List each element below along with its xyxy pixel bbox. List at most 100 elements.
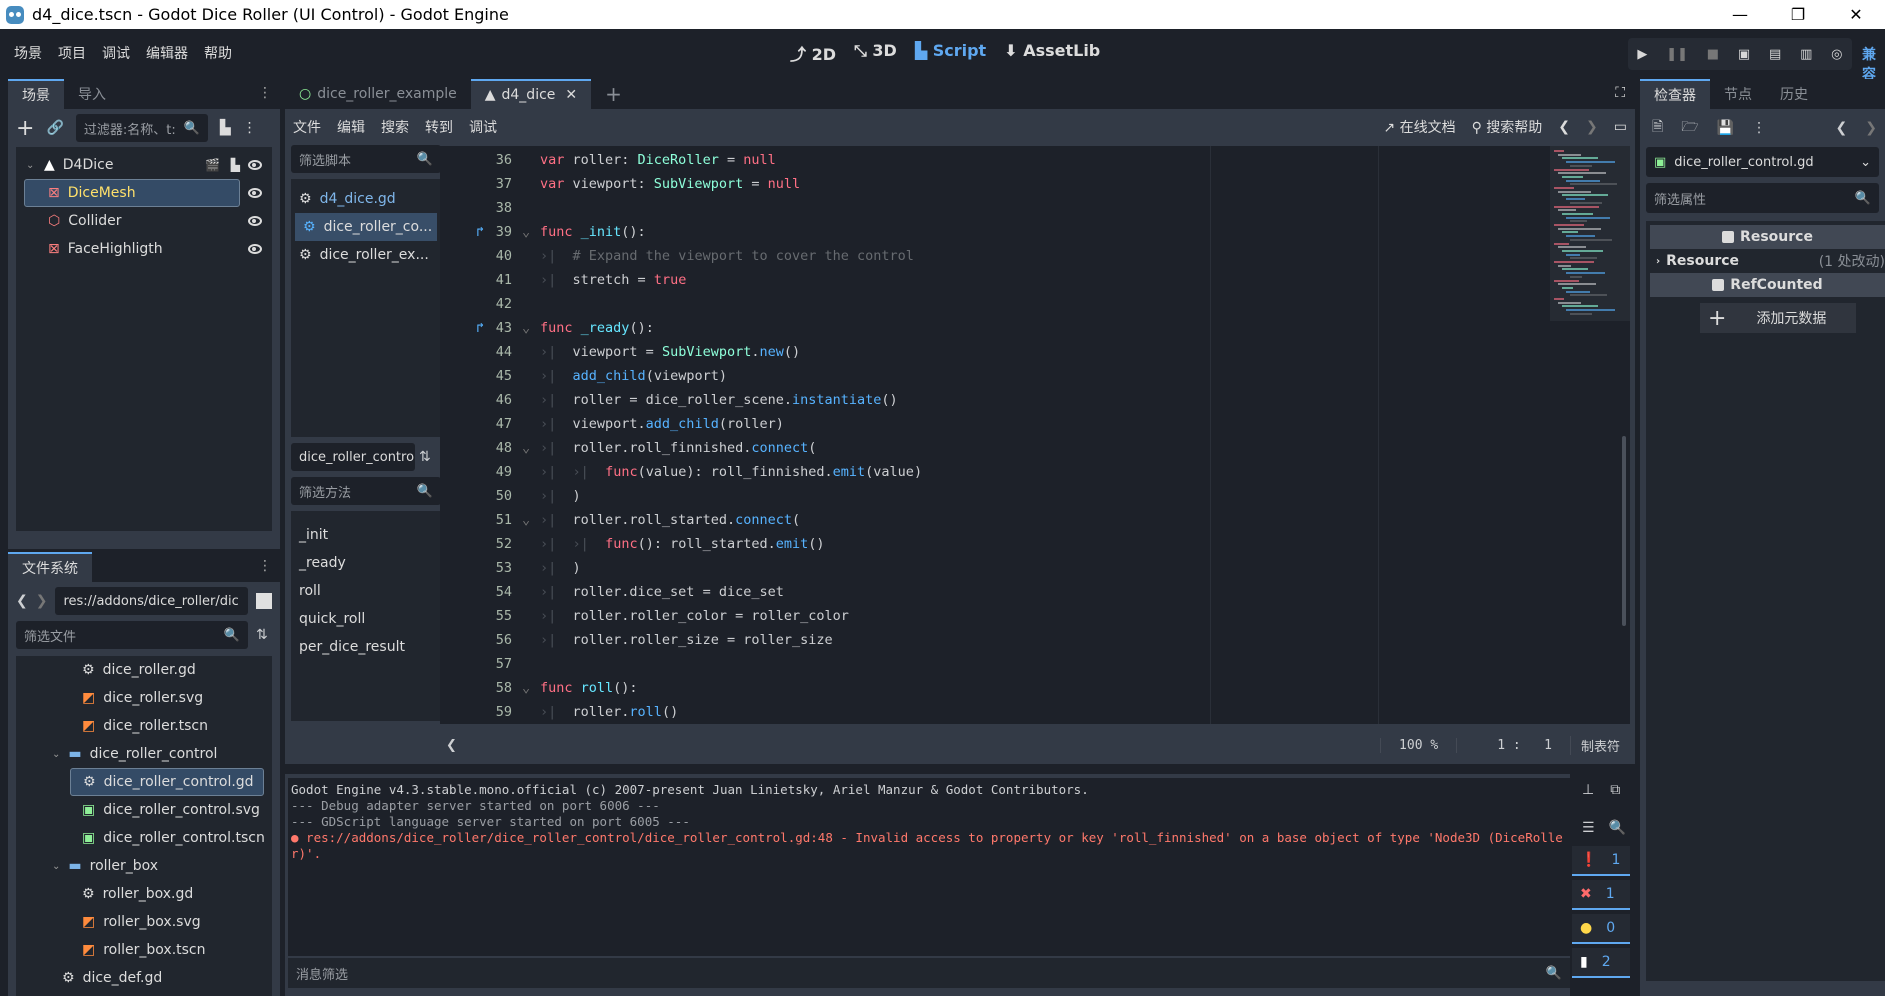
visibility-icon[interactable] <box>248 244 262 254</box>
line-number[interactable]: 59 <box>440 700 512 724</box>
path-input[interactable]: res://addons/dice_roller/dic <box>55 587 249 615</box>
tab-filesystem[interactable]: 文件系统 <box>8 552 92 582</box>
close-button[interactable]: ✕ <box>1827 0 1885 29</box>
code-line[interactable]: 54 ›| roller.dice_set = dice_set <box>440 580 1630 604</box>
code-line[interactable]: 53 ›| ) <box>440 556 1630 580</box>
code-line[interactable]: 49 ›| ›| func(value): roll_finnished.emit… <box>440 460 1630 484</box>
method-item[interactable]: roll <box>291 577 441 605</box>
split-mode-icon[interactable] <box>256 593 272 609</box>
pause-icon[interactable]: ❚❚ <box>1666 47 1688 62</box>
script-menu-file[interactable]: 文件 <box>293 117 321 137</box>
code-line[interactable]: 50 ›| ) <box>440 484 1630 508</box>
line-number[interactable]: 44 <box>440 340 512 364</box>
fold-chevron-icon[interactable]: ⌄ <box>522 676 530 700</box>
workspace-3d[interactable]: ⤡ 3D <box>854 41 897 65</box>
fold-chevron-icon[interactable]: ⌄ <box>522 220 530 244</box>
line-number[interactable]: 50 <box>440 484 512 508</box>
method-item[interactable]: _ready <box>291 549 441 577</box>
stop-icon[interactable]: ■ <box>1707 47 1719 62</box>
menu-debug[interactable]: 调试 <box>102 43 130 63</box>
filter-messages-button[interactable]: ❗ 1 <box>1572 846 1630 876</box>
override-icon[interactable]: ↱ <box>476 220 484 244</box>
script-list-item[interactable]: ⚙ dice_roller_ex... <box>291 241 441 269</box>
line-number[interactable]: 53 <box>440 556 512 580</box>
save-icon[interactable]: 💾 <box>1717 120 1734 136</box>
restore-button[interactable]: ❐ <box>1769 0 1827 29</box>
message-filter-input[interactable]: 消息筛选 🔍 <box>288 958 1570 988</box>
code-editor[interactable]: 36 var roller: DiceRoller = null 37 var vie… <box>440 146 1630 724</box>
visibility-icon[interactable] <box>248 216 262 226</box>
tree-node[interactable]: ⊠ DiceMesh <box>16 179 272 207</box>
forward-icon[interactable]: ❯ <box>36 593 48 609</box>
line-number[interactable]: 57 <box>440 652 512 676</box>
indent-mode[interactable]: 制表符 <box>1569 735 1630 755</box>
minimize-button[interactable]: — <box>1711 0 1769 29</box>
line-number[interactable]: 46 <box>440 388 512 412</box>
open-folder-icon[interactable]: 🗁 <box>1681 116 1698 140</box>
script-list-item[interactable]: ⚙ dice_roller_co... <box>295 213 437 241</box>
filter-warnings-button[interactable]: ● 0 <box>1572 914 1630 944</box>
file-item[interactable]: ▣ dice_roller_control.svg <box>16 796 272 824</box>
section-header-refcounted[interactable]: RefCounted <box>1650 273 1885 297</box>
prev-script-icon[interactable]: ❮ <box>1558 119 1570 135</box>
code-line[interactable]: 46 ›| roller = dice_roller_scene.instanti… <box>440 388 1630 412</box>
vertical-scrollbar[interactable] <box>1622 436 1626 626</box>
visibility-icon[interactable] <box>248 160 262 170</box>
line-number[interactable]: 55 <box>440 604 512 628</box>
add-tab-button[interactable]: + <box>591 79 636 109</box>
scene-tab[interactable]: ○ dice_roller_example <box>285 79 471 109</box>
tab-inspector[interactable]: 检查器 <box>1640 79 1710 109</box>
script-menu-edit[interactable]: 编辑 <box>337 117 365 137</box>
search-toggle-icon[interactable]: 🔍 <box>1604 818 1630 838</box>
script-menu-goto[interactable]: 转到 <box>425 117 453 137</box>
method-filter-input[interactable]: 筛选方法 🔍 <box>291 477 441 505</box>
toggle-scripts-panel-icon[interactable]: ❮ <box>440 738 457 753</box>
line-number[interactable]: 38 <box>440 196 512 220</box>
line-number[interactable]: 58 <box>440 676 512 700</box>
menu-help[interactable]: 帮助 <box>204 43 232 63</box>
workspace-script[interactable]: ▙ Script <box>915 41 986 65</box>
tree-node[interactable]: ⬡ Collider <box>16 207 272 235</box>
line-number[interactable]: 56 <box>440 628 512 652</box>
code-line[interactable]: 37 var viewport: SubViewport = null <box>440 172 1630 196</box>
history-forward-icon[interactable]: ❯ <box>1865 120 1877 136</box>
next-script-icon[interactable]: ❯ <box>1586 119 1598 135</box>
file-item[interactable]: ◩ roller_box.tscn <box>16 936 272 964</box>
scene-tab-active[interactable]: ▲ d4_dice ✕ <box>470 79 592 109</box>
movie-maker-icon[interactable]: ◎ <box>1831 47 1842 62</box>
code-line[interactable]: 47 ›| viewport.add_child(roller) <box>440 412 1630 436</box>
script-icon[interactable]: ▙ <box>231 158 240 172</box>
new-resource-icon[interactable]: 🗎 <box>1652 116 1663 140</box>
line-number[interactable]: 52 <box>440 532 512 556</box>
workspace-assetlib[interactable]: ⬇ AssetLib <box>1004 41 1100 65</box>
code-line[interactable]: 59 ›| roller.roll() <box>440 700 1630 724</box>
override-icon[interactable]: ↱ <box>476 316 484 340</box>
fold-chevron-icon[interactable]: ⌄ <box>522 436 530 460</box>
search-help-button[interactable]: ⚲ 搜索帮助 <box>1472 117 1543 137</box>
attach-script-icon[interactable]: ▙ <box>220 120 231 136</box>
property-filter-input[interactable]: 筛选属性 🔍 <box>1646 183 1879 213</box>
file-item[interactable]: ◩ dice_roller.tscn <box>16 712 272 740</box>
section-header-resource[interactable]: Resource <box>1650 225 1885 249</box>
code-line[interactable]: 48 ⌄ ›| roller.roll_finnished.connect( <box>440 436 1630 460</box>
back-icon[interactable]: ❮ <box>16 593 28 609</box>
line-number[interactable]: 49 <box>440 460 512 484</box>
distraction-free-icon[interactable]: ⛶ <box>1605 85 1635 109</box>
script-list-item[interactable]: ⚙ d4_dice.gd <box>291 185 441 213</box>
code-line[interactable]: 58 ⌄ func roll(): <box>440 676 1630 700</box>
menu-editor[interactable]: 编辑器 <box>146 43 188 63</box>
instance-scene-icon[interactable]: 🔗 <box>46 120 63 136</box>
code-line[interactable]: 57 <box>440 652 1630 676</box>
folder-item[interactable]: ⌄ ▬ dice_roller_control <box>16 740 272 768</box>
method-item[interactable]: _init <box>291 521 441 549</box>
log-error-line[interactable]: ● res://addons/dice_roller/dice_roller_c… <box>291 830 1567 862</box>
script-filter-input[interactable]: 筛选脚本 🔍 <box>291 145 441 173</box>
code-line[interactable]: 56 ›| roller.roller_size = roller_size <box>440 628 1630 652</box>
method-item[interactable]: quick_roll <box>291 605 441 633</box>
filter-editor-button[interactable]: ▮ 2 <box>1572 948 1630 978</box>
visibility-icon[interactable] <box>248 188 262 198</box>
clear-output-icon[interactable]: ⊥ <box>1582 782 1594 806</box>
file-item[interactable]: ◩ dice_roller.svg <box>16 684 272 712</box>
chevron-down-icon[interactable]: ⌄ <box>26 160 40 171</box>
line-number[interactable]: 45 <box>440 364 512 388</box>
